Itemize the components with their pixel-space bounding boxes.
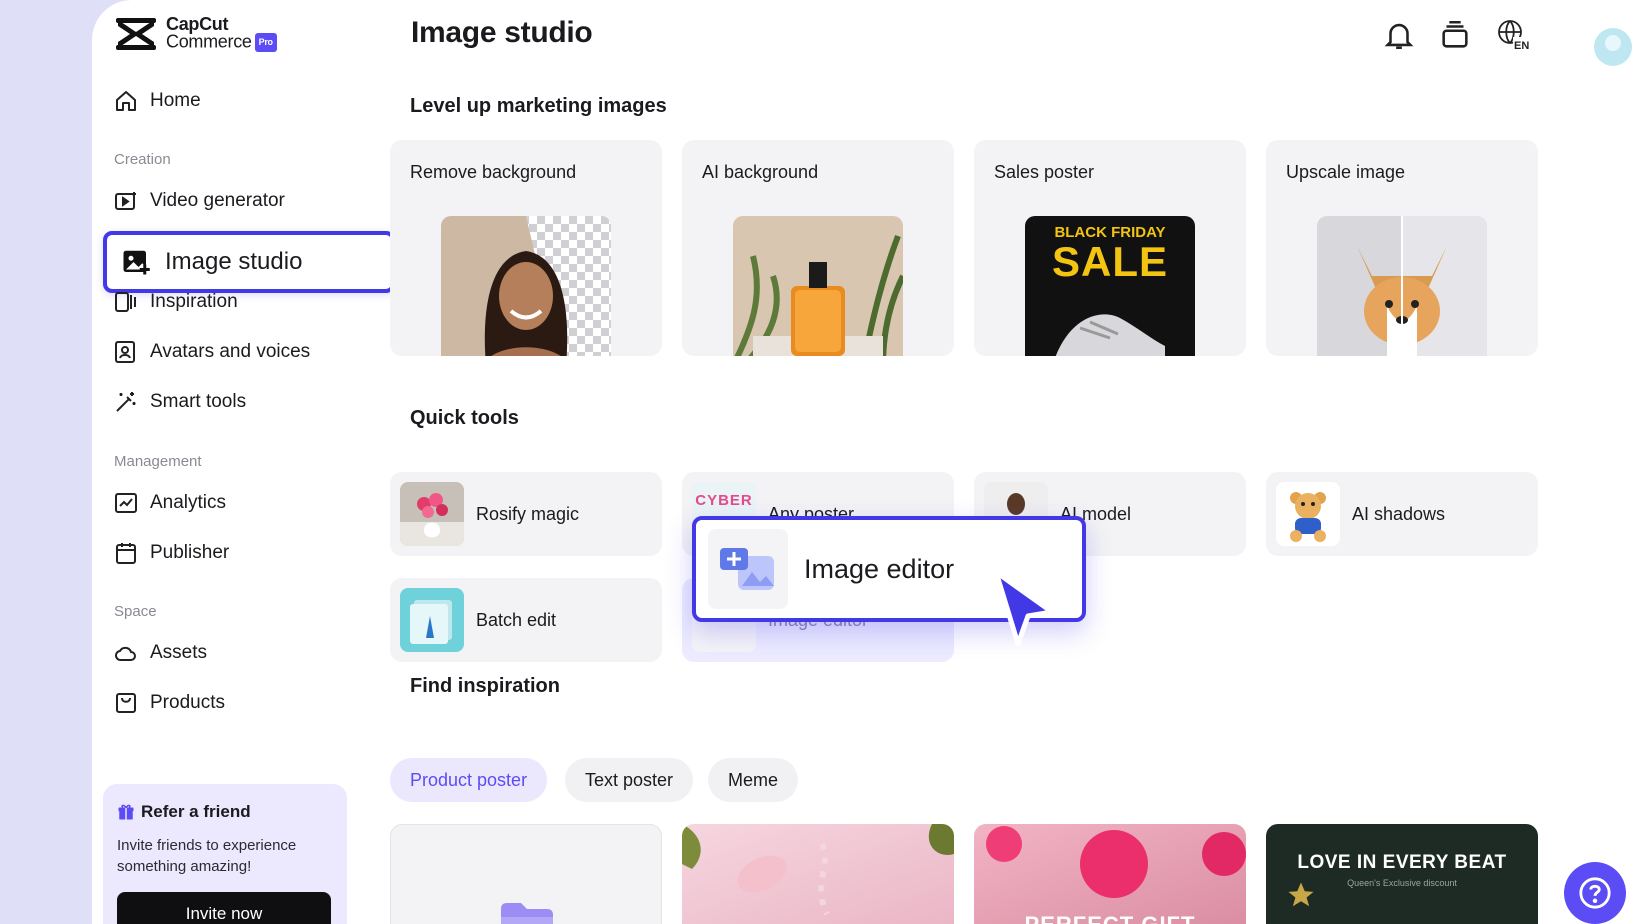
section-label-management: Management xyxy=(114,453,202,470)
star-icon xyxy=(1288,882,1314,907)
inspiration-card-petals[interactable] xyxy=(682,824,954,924)
sidebar-item-analytics[interactable]: Analytics xyxy=(114,487,226,519)
analytics-icon xyxy=(115,493,137,513)
ai-background-thumbnail xyxy=(733,216,903,356)
remove-background-thumbnail xyxy=(441,216,611,356)
help-button[interactable] xyxy=(1564,862,1626,924)
card-title: Remove background xyxy=(410,162,577,182)
sidebar-item-label: Avatars and voices xyxy=(150,341,311,362)
calendar-icon xyxy=(116,543,136,564)
card-title: AI background xyxy=(702,162,819,182)
sidebar-item-avatars[interactable]: Avatars and voices xyxy=(114,336,310,368)
tool-label: AI shadows xyxy=(1352,503,1446,524)
sidebar-item-home[interactable]: Home xyxy=(114,85,201,117)
capcut-logo[interactable]: CapCut Commerce Pro xyxy=(114,15,277,52)
user-avatar[interactable] xyxy=(1594,28,1632,66)
home-icon xyxy=(116,91,136,111)
tool-label: Batch edit xyxy=(476,609,557,630)
refer-friend-card: Refer a friend Invite friends to experie… xyxy=(103,784,347,924)
sneaker-image xyxy=(1055,314,1165,356)
sales-poster-thumbnail: BLACK FRIDAY SALE xyxy=(1025,216,1195,356)
image-studio-icon xyxy=(123,250,150,275)
quick-tools-heading: Quick tools xyxy=(410,407,519,429)
avatar-icon xyxy=(115,341,135,363)
cloud-icon xyxy=(114,646,136,661)
sidebar-item-smart-tools[interactable]: Smart tools xyxy=(114,386,246,418)
poster-thumb-text: CYBER xyxy=(695,492,753,509)
marketing-heading: Level up marketing images xyxy=(410,95,667,117)
language-code: EN xyxy=(1514,40,1529,52)
sidebar-item-label: Smart tools xyxy=(150,391,247,412)
sidebar-item-inspiration[interactable]: Inspiration xyxy=(114,286,238,318)
sales-poster-card[interactable]: Sales poster BLACK FRIDAY SALE xyxy=(974,140,1246,356)
popup-label: Image editor xyxy=(804,553,955,584)
upscale-image-card[interactable]: Upscale image xyxy=(1266,140,1538,356)
inspiration-heading: Find inspiration xyxy=(410,675,560,697)
page-title: Image studio xyxy=(411,16,593,49)
batch-edit-thumbnail xyxy=(400,588,464,652)
sidebar-item-label: Image studio xyxy=(165,248,303,275)
pro-badge: Pro xyxy=(254,33,277,52)
inspiration-card-text: PERFECT GIFT xyxy=(974,912,1246,924)
petals-image xyxy=(682,824,954,916)
refer-description: Invite friends to experience something a… xyxy=(117,837,297,875)
upscale-image-thumbnail xyxy=(1317,216,1487,356)
header-actions: EN xyxy=(1380,14,1640,66)
sidebar-item-video-generator[interactable]: Video generator xyxy=(114,185,285,217)
refer-title: Refer a friend xyxy=(141,802,251,821)
roses-image xyxy=(986,826,1246,898)
folder-icon xyxy=(501,903,553,924)
capcut-logo-icon xyxy=(116,18,156,50)
sidebar-item-label: Inspiration xyxy=(150,291,238,312)
batch-edit-tool[interactable]: Batch edit xyxy=(390,578,662,662)
mouse-cursor-icon xyxy=(993,569,1055,647)
gift-icon xyxy=(118,804,134,820)
poster-title: SALE xyxy=(1051,238,1168,285)
sidebar-item-image-studio[interactable]: Image studio xyxy=(103,231,395,293)
chip-meme[interactable]: Meme xyxy=(708,758,799,802)
sidebar-item-label: Publisher xyxy=(150,542,230,563)
inspiration-card-perfect-gift[interactable]: PERFECT GIFT xyxy=(974,824,1246,924)
image-editor-icon xyxy=(708,529,788,609)
sidebar-item-publisher[interactable]: Publisher xyxy=(114,537,229,569)
inspiration-card-upload[interactable] xyxy=(390,824,662,924)
sidebar-item-label: Assets xyxy=(150,642,208,663)
rosify-magic-thumbnail xyxy=(400,482,464,546)
rosify-magic-tool[interactable]: Rosify magic xyxy=(390,472,662,556)
inspiration-card-text: LOVE IN EVERY BEAT xyxy=(1297,852,1507,873)
magic-wand-icon xyxy=(116,392,136,412)
ai-background-card[interactable]: AI background xyxy=(682,140,954,356)
ai-shadows-thumbnail xyxy=(1276,482,1340,546)
brand-subname: Commerce xyxy=(166,31,252,52)
sidebar: CapCut Commerce Pro Home Creation Video g… xyxy=(92,0,422,924)
sidebar-item-label: Analytics xyxy=(150,492,227,513)
app-window: CapCut Commerce Pro Home Creation Video g… xyxy=(92,0,1640,924)
video-generator-icon xyxy=(115,192,136,210)
product-box-icon xyxy=(116,693,136,713)
language-globe-icon[interactable]: EN xyxy=(1496,18,1530,52)
chip-text-poster[interactable]: Text poster xyxy=(565,758,694,802)
section-label-space: Space xyxy=(114,603,157,620)
help-question-icon xyxy=(1579,877,1611,909)
bell-icon[interactable] xyxy=(1382,18,1416,52)
credits-stack-icon[interactable] xyxy=(1438,18,1472,52)
remove-background-card[interactable]: Remove background xyxy=(390,140,662,356)
tool-label: Rosify magic xyxy=(476,503,580,524)
sidebar-item-assets[interactable]: Assets xyxy=(114,637,207,669)
sidebar-item-label: Video generator xyxy=(150,190,285,211)
section-label-creation: Creation xyxy=(114,151,171,168)
card-title: Upscale image xyxy=(1286,162,1406,182)
chip-product-poster[interactable]: Product poster xyxy=(390,758,548,802)
sidebar-item-label: Products xyxy=(150,692,225,713)
ai-shadows-tool[interactable]: AI shadows xyxy=(1266,472,1538,556)
card-title: Sales poster xyxy=(994,162,1095,182)
invite-now-button[interactable]: Invite now xyxy=(117,892,331,924)
inspiration-card-love-beat[interactable]: LOVE IN EVERY BEAT Queen's Exclusive dis… xyxy=(1266,824,1538,924)
sidebar-item-label: Home xyxy=(150,90,201,111)
inspiration-icon xyxy=(115,292,136,312)
sidebar-item-products[interactable]: Products xyxy=(114,687,225,719)
